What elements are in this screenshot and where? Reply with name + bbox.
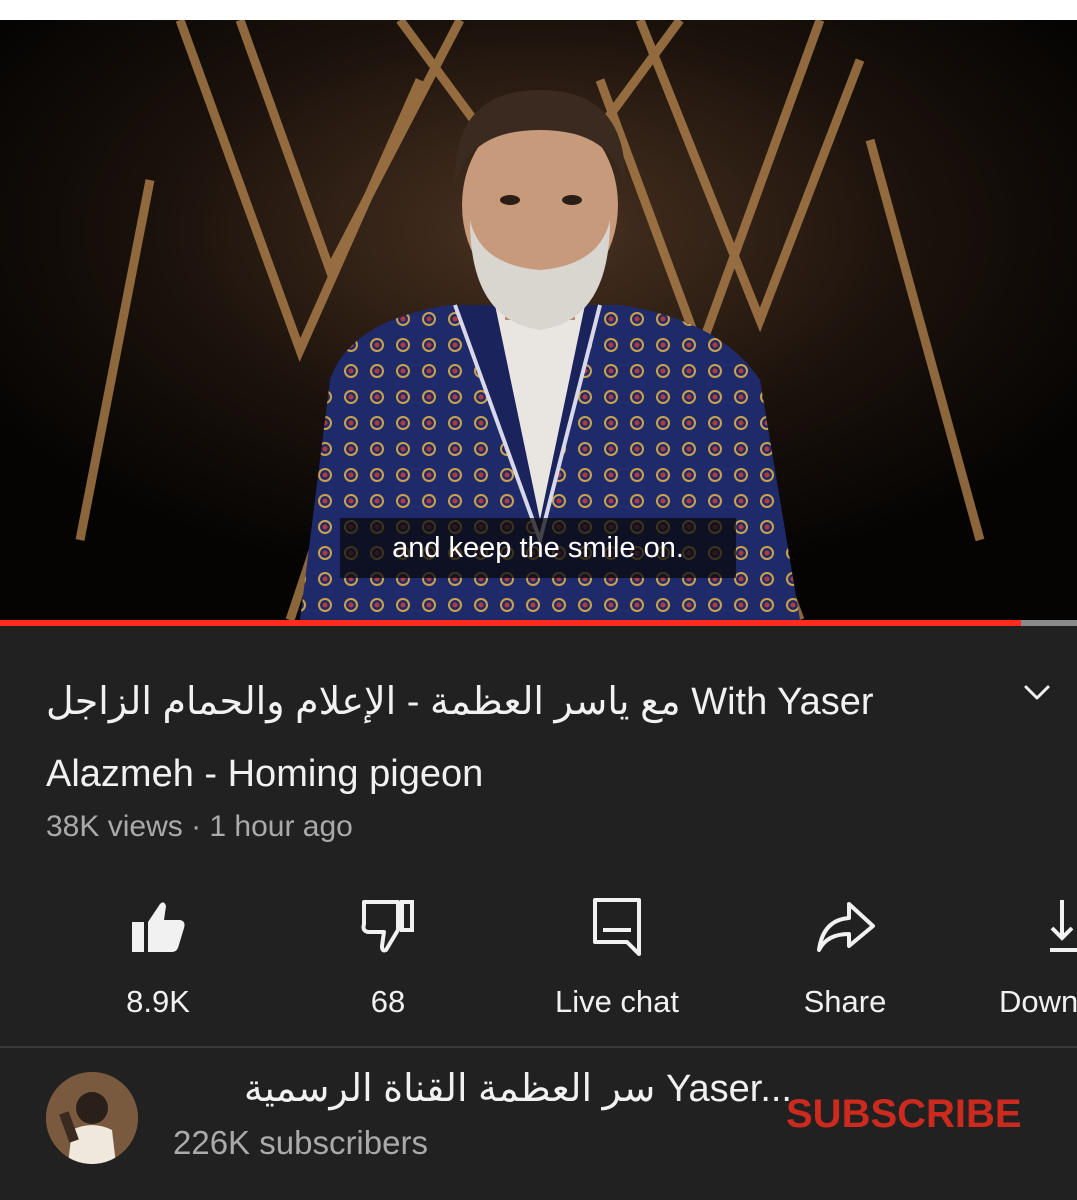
progress-bar[interactable] bbox=[0, 620, 1077, 626]
share-button[interactable]: Share bbox=[745, 886, 945, 1019]
download-icon bbox=[1050, 900, 1077, 952]
video-title[interactable]: مع ياسر العظمة - الإعلام والحمام الزاجل … bbox=[46, 666, 946, 810]
video-player[interactable]: and keep the smile on. bbox=[0, 20, 1077, 620]
subscribe-button[interactable]: SUBSCRIBE bbox=[786, 1092, 1022, 1137]
like-button[interactable]: 8.9K bbox=[58, 886, 258, 1019]
watch-panel: and keep the smile on. مع ياسر العظمة - … bbox=[0, 20, 1077, 1200]
download-label: Down bbox=[999, 984, 1077, 1016]
dislike-count: 68 bbox=[370, 984, 406, 1019]
live-chat-label: Live chat bbox=[554, 984, 680, 1019]
share-icon bbox=[817, 902, 875, 952]
share-label: Share bbox=[803, 984, 887, 1019]
dislike-button[interactable]: 68 bbox=[288, 886, 488, 1019]
video-title-line-1: مع ياسر العظمة - الإعلام والحمام الزاجل … bbox=[46, 681, 874, 723]
divider bbox=[0, 1046, 1077, 1048]
dislike-icon bbox=[361, 900, 414, 953]
chevron-down-icon[interactable] bbox=[1020, 675, 1054, 709]
subscriber-count: 226K subscribers bbox=[173, 1124, 428, 1161]
video-meta: 38K views · 1 hour ago bbox=[46, 810, 353, 843]
channel-name[interactable]: سر العظمة القناة الرسمية Yaser... bbox=[232, 1066, 792, 1111]
channel-avatar[interactable] bbox=[46, 1072, 138, 1164]
live-chat-button[interactable]: Live chat bbox=[517, 886, 717, 1019]
live-chat-icon bbox=[593, 898, 641, 956]
action-bar: 8.9K 68 Live chat Share Down bbox=[0, 886, 1077, 1036]
like-count: 8.9K bbox=[126, 984, 190, 1019]
download-button[interactable]: Down bbox=[975, 886, 1077, 1016]
progress-bar-fill bbox=[0, 620, 1021, 626]
video-title-line-2: Alazmeh - Homing pigeon bbox=[46, 753, 484, 795]
video-caption: and keep the smile on. bbox=[340, 518, 736, 578]
avatar-image bbox=[46, 1072, 138, 1164]
like-icon bbox=[132, 902, 185, 952]
